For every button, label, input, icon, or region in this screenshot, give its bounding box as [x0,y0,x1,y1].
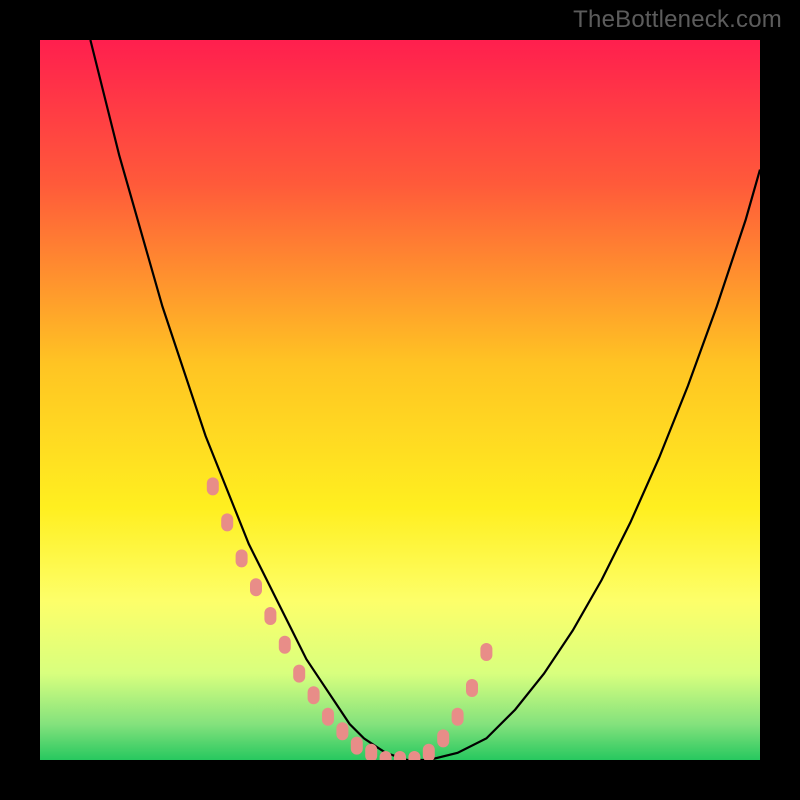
optimal-marker [466,679,478,697]
optimal-marker [264,607,276,625]
optimal-marker [207,477,219,495]
optimal-marker [423,744,435,760]
optimal-marker [250,578,262,596]
optimal-marker [336,722,348,740]
optimal-marker [437,729,449,747]
chart-svg [40,40,760,760]
optimal-marker [322,708,334,726]
optimal-marker [308,686,320,704]
watermark-text: TheBottleneck.com [573,6,782,34]
optimal-marker [351,737,363,755]
optimal-marker [365,744,377,760]
optimal-marker [293,665,305,683]
optimal-marker [480,643,492,661]
optimal-marker [279,636,291,654]
optimal-marker [452,708,464,726]
optimal-marker [221,513,233,531]
optimal-marker [236,549,248,567]
chart-frame: TheBottleneck.com [0,0,800,800]
gradient-background [40,40,760,760]
plot-area [40,40,760,760]
